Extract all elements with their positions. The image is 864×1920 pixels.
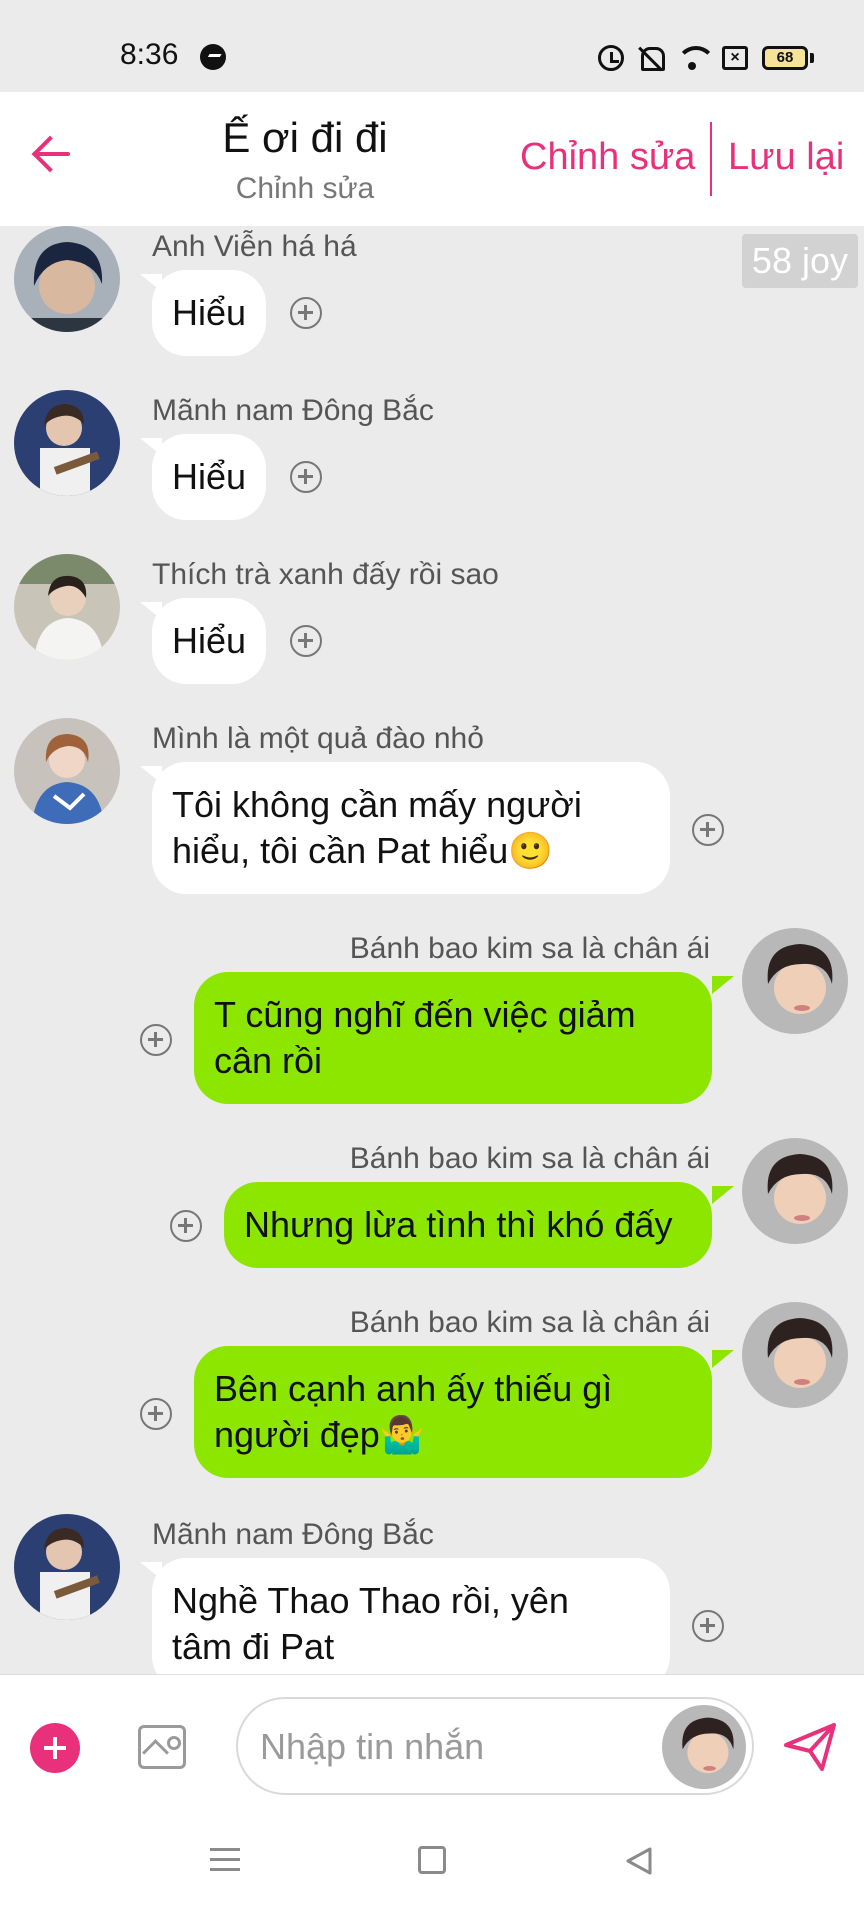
battery-icon: 68: [762, 46, 808, 70]
chat-header: Ế ơi đi đi Chỉnh sửa Chỉnh sửa Lưu lại: [0, 92, 864, 226]
sender-name: Anh Viễn há há: [152, 230, 357, 263]
avatar[interactable]: [742, 1138, 848, 1244]
bubble-tail: [712, 1186, 734, 1204]
message-line: hiểu, tôi cần Pat hiểu: [172, 830, 509, 871]
message-composer: [0, 1674, 864, 1804]
avatar[interactable]: [742, 1302, 848, 1408]
avatar[interactable]: [742, 928, 848, 1034]
avatar[interactable]: [14, 390, 120, 496]
add-reaction-icon[interactable]: [290, 461, 322, 493]
message-line: Tôi không cần mấy người: [172, 784, 582, 825]
add-reaction-icon[interactable]: [692, 814, 724, 846]
status-icons: × 68: [598, 42, 814, 74]
shrug-emoji: 🤷‍♂️: [379, 1414, 425, 1455]
message-line: tâm đi Pat: [172, 1626, 335, 1667]
status-time: 8:36: [120, 38, 179, 71]
plus-icon[interactable]: [30, 1723, 80, 1773]
sender-name: Thích trà xanh đấy rồi sao: [152, 558, 499, 591]
sender-name: Bánh bao kim sa là chân ái: [349, 1142, 710, 1175]
add-reaction-icon[interactable]: [140, 1398, 172, 1430]
sender-name: Bánh bao kim sa là chân ái: [349, 1306, 710, 1339]
add-reaction-icon[interactable]: [692, 1610, 724, 1642]
avatar[interactable]: [14, 1514, 120, 1620]
message-line: T cũng nghĩ đến việc giảm: [214, 994, 636, 1035]
battery-tip: [810, 53, 814, 63]
message-line: người đẹp: [214, 1414, 380, 1455]
save-button[interactable]: Lưu lại: [728, 136, 844, 179]
bell-off-icon: [638, 45, 665, 71]
message-input[interactable]: [260, 1717, 640, 1777]
message-bubble[interactable]: T cũng nghĩ đến việc giảm cân rồi: [194, 972, 712, 1104]
add-reaction-icon[interactable]: [140, 1024, 172, 1056]
chat-title: Ế ơi đi đi: [222, 114, 388, 161]
add-reaction-icon[interactable]: [290, 625, 322, 657]
sim-off-icon: ×: [722, 46, 748, 70]
sender-name: Mãnh nam Đông Bắc: [152, 394, 434, 427]
joy-badge: 58 joy: [741, 234, 858, 288]
send-icon[interactable]: [782, 1719, 838, 1775]
add-reaction-icon[interactable]: [170, 1210, 202, 1242]
message-bubble[interactable]: Nghề Thao Thao rồi, yên tâm đi Pat: [152, 1558, 670, 1674]
alarm-icon: [598, 45, 624, 71]
message-bubble[interactable]: Tôi không cần mấy người hiểu, tôi cần Pa…: [152, 762, 670, 894]
system-nav-bar: [0, 1804, 864, 1920]
message-bubble[interactable]: Bên cạnh anh ấy thiếu gì người đẹp🤷‍♂️: [194, 1346, 712, 1478]
back-arrow-icon[interactable]: [30, 130, 78, 178]
message-line: cân rồi: [214, 1040, 323, 1081]
edit-button[interactable]: Chỉnh sửa: [520, 136, 695, 179]
sender-name: Mình là một quả đào nhỏ: [152, 722, 484, 755]
chat-subtitle: Chỉnh sửa: [235, 172, 375, 205]
message-bubble[interactable]: Hiểu: [152, 270, 267, 356]
avatar[interactable]: [14, 226, 120, 332]
sender-name: Bánh bao kim sa là chân ái: [349, 932, 710, 965]
messenger-icon: [200, 44, 226, 70]
home-square-icon[interactable]: [418, 1846, 446, 1874]
message-bubble[interactable]: Nhưng lừa tình thì khó đấy: [224, 1182, 712, 1268]
message-line: Nghề Thao Thao rồi, yên: [172, 1580, 569, 1621]
wifi-icon: [676, 46, 716, 70]
message-bubble[interactable]: Hiểu: [152, 434, 267, 520]
message-bubble[interactable]: Hiểu: [152, 598, 267, 684]
avatar[interactable]: [14, 554, 120, 660]
bubble-tail: [712, 1350, 734, 1368]
bubble-tail: [712, 976, 734, 994]
back-triangle-icon[interactable]: [624, 1846, 654, 1876]
status-bar: 8:36 × 68: [0, 0, 864, 92]
chat-area[interactable]: 58 joy Anh Viễn há há Hiểu Mãnh nam Đông…: [0, 226, 864, 1674]
smile-emoji: 🙂: [508, 830, 554, 871]
message-line: Bên cạnh anh ấy thiếu gì: [214, 1368, 613, 1409]
recents-menu-icon[interactable]: [210, 1848, 240, 1874]
header-divider: [710, 122, 712, 196]
avatar[interactable]: [14, 718, 120, 824]
sender-name: Mãnh nam Đông Bắc: [152, 1518, 434, 1551]
add-reaction-icon[interactable]: [290, 297, 322, 329]
identity-avatar[interactable]: [662, 1705, 746, 1789]
image-icon[interactable]: [138, 1725, 186, 1769]
message-input-wrapper[interactable]: [236, 1697, 754, 1795]
